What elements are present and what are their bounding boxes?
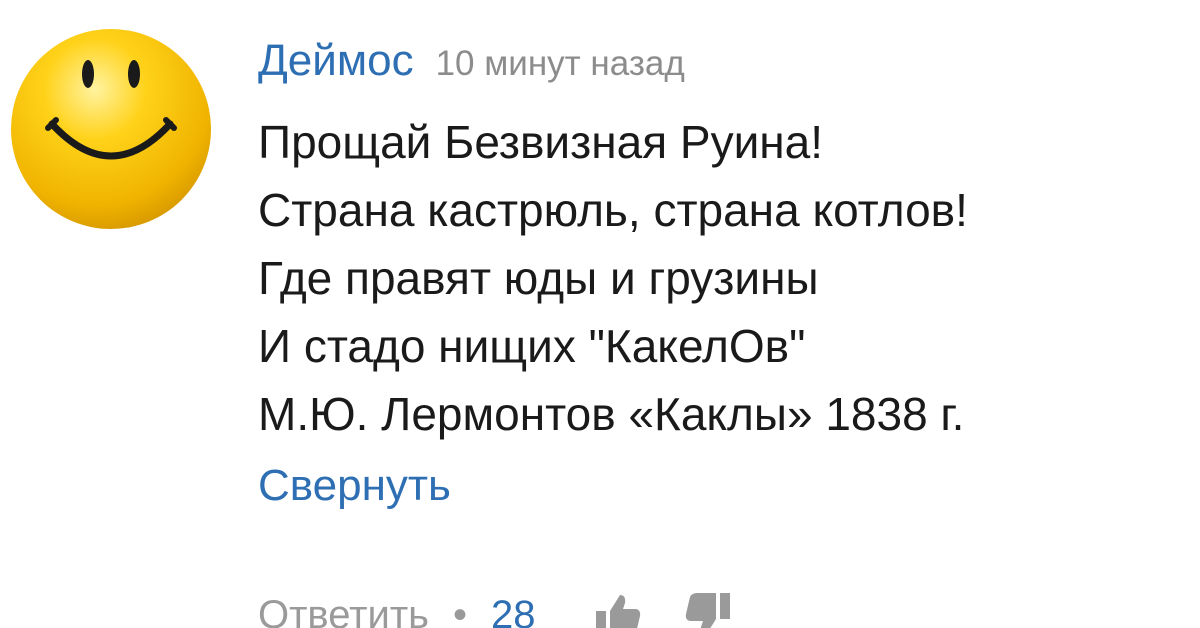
comment-header: Деймос 10 минут назад <box>258 36 1180 94</box>
comment-timestamp[interactable]: 10 минут назад <box>436 44 685 84</box>
comment-actions: Ответить • 28 <box>258 590 774 628</box>
thumbs-down-icon[interactable] <box>684 591 732 628</box>
comment: Деймос 10 минут назад Прощай Безвизная Р… <box>0 0 1200 628</box>
comment-line: М.Ю. Лермонтов «Каклы» 1838 г. <box>258 388 965 440</box>
collapse-link[interactable]: Свернуть <box>258 452 1180 520</box>
thumbs-up-icon[interactable] <box>594 591 642 628</box>
author-name[interactable]: Деймос <box>258 36 414 86</box>
comment-content: Деймос 10 минут назад Прощай Безвизная Р… <box>258 36 1180 520</box>
comment-line: И стадо нищих "КакелОв" <box>258 320 806 372</box>
comment-body: Прощай Безвизная Руина! Страна кастрюль,… <box>258 108 1180 448</box>
separator-dot: • <box>452 592 467 628</box>
smiley-face-icon[interactable] <box>10 28 212 230</box>
comment-line: Прощай Безвизная Руина! <box>258 116 824 168</box>
comment-line: Где правят юды и грузины <box>258 252 819 304</box>
reply-button[interactable]: Ответить <box>258 593 429 628</box>
comment-line: Страна кастрюль, страна котлов! <box>258 184 968 236</box>
like-count: 28 <box>491 592 536 628</box>
